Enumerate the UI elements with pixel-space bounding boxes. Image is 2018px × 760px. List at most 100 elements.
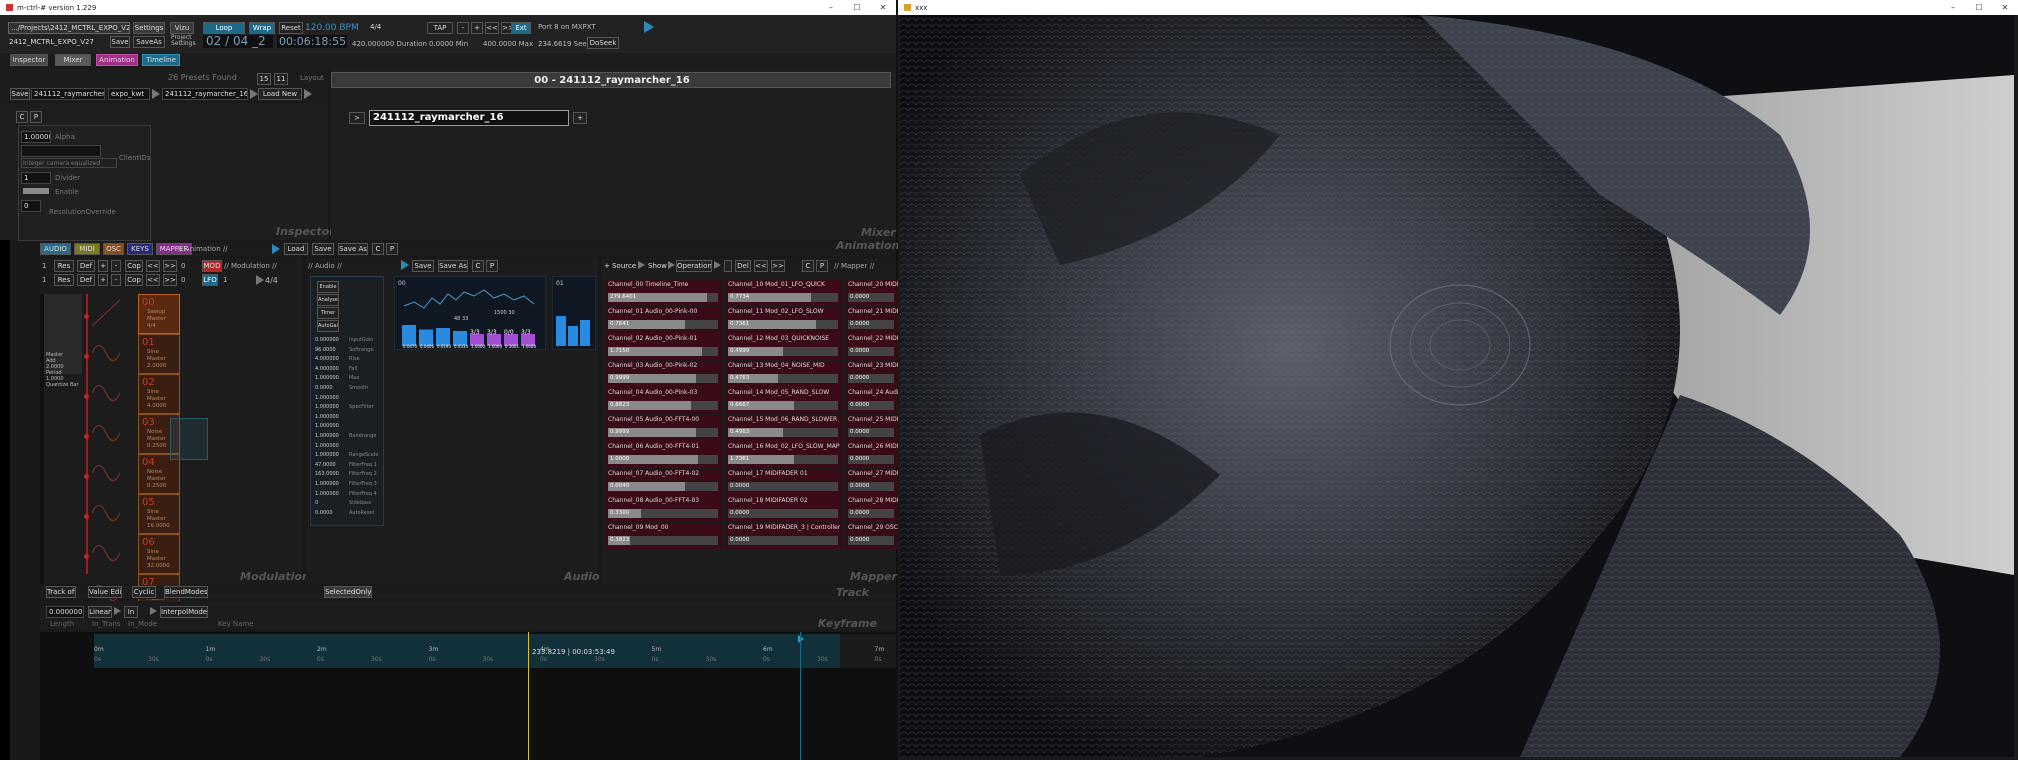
audio-param-value[interactable]: 0 <box>315 500 318 506</box>
keyframe-value-field[interactable]: 0.000000 <box>46 606 84 618</box>
animation-c-button[interactable]: C <box>372 243 384 255</box>
linear-button[interactable]: Linear <box>88 606 112 618</box>
mapper-show[interactable]: Show <box>648 262 667 270</box>
load-new-button[interactable]: Load New <box>258 88 302 100</box>
tab-timeline[interactable]: Timeline <box>142 54 180 66</box>
mod-def-button[interactable]: Def <box>77 260 95 272</box>
bpm-display[interactable]: 120.00 BPM <box>305 23 359 33</box>
mapper-channel[interactable]: Channel_04 Audio_00-Pink-03 0.8823 <box>606 388 722 414</box>
mapper-channel[interactable]: Channel_12 Mod_03_QUICKNOISE 0.4999 <box>726 334 842 360</box>
enable-toggle[interactable] <box>23 188 49 194</box>
audio-param-value[interactable]: 1.000000 <box>315 452 339 458</box>
mapper-channel[interactable]: Channel_27 MIDI 0.0000 <box>846 469 899 495</box>
render-maximize-button[interactable]: ☐ <box>1966 0 1992 15</box>
preset-name-field[interactable]: 241112_raymarcher_16 <box>31 88 105 100</box>
vizu-button[interactable]: Vizu <box>170 22 194 34</box>
blendmodes-button[interactable]: BlendModes <box>164 586 208 598</box>
mapper-channel[interactable]: Channel_24 Audio 0.0000 <box>846 388 902 414</box>
animation-chip-keys[interactable]: KEYS <box>127 243 153 255</box>
tab-mixer[interactable]: Mixer <box>55 54 91 66</box>
mod-node-port[interactable] <box>84 314 89 319</box>
mapper-channel[interactable]: Channel_03 Audio_00-Pink-02 0.9999 <box>606 361 722 387</box>
audio-param-value[interactable]: 1.000000 <box>315 375 339 381</box>
mapper-channel[interactable]: Channel_22 MIDI 0.0000 <box>846 334 899 360</box>
divider-field[interactable]: 1 <box>21 172 51 184</box>
cyclic-button[interactable]: Cyclic <box>132 586 156 598</box>
mapper-show-icon[interactable] <box>668 261 675 269</box>
mapper-channel[interactable]: Channel_05 Audio_00-FFT4-00 0.9999 <box>606 415 722 441</box>
linear-icon[interactable] <box>114 607 121 615</box>
animation-p-button[interactable]: P <box>386 243 398 255</box>
mod2-plus-button[interactable]: + <box>98 274 108 286</box>
mapper-channel[interactable]: Channel_19 MIDIFADER_3 | Controller Ch 0.… <box>726 523 842 549</box>
animation-save-button[interactable]: Save <box>312 243 334 255</box>
ext-button[interactable]: Ext <box>511 22 531 34</box>
audio-p-button[interactable]: P <box>486 260 498 272</box>
mapper-channel[interactable]: Channel_06 Audio_00-FFT4-01 1.0000 <box>606 442 722 468</box>
mod-mode-button[interactable]: MOD <box>202 260 222 272</box>
mapper-channel[interactable]: Channel_13 Mod_04_NOISE_MID 0.4763 <box>726 361 842 387</box>
mapper-next-button[interactable]: >> <box>771 260 785 272</box>
page-b-field[interactable]: 11 <box>274 73 288 85</box>
audio-save-button[interactable]: Save <box>412 260 434 272</box>
mapper-channel[interactable]: Channel_15 Mod_06_RAND_SLOWER 0.4963 <box>726 415 842 441</box>
audio-param-value[interactable]: 0.0000 <box>315 385 333 391</box>
mod-node[interactable]: 01 Sine Master 2.0000 <box>138 334 180 374</box>
track-off-button[interactable]: Track off <box>46 586 76 598</box>
animation-play-icon[interactable] <box>272 244 280 254</box>
mixer-name-field[interactable]: 241112_raymarcher_16 <box>369 110 569 126</box>
alpha-field[interactable]: 1.000000 <box>21 131 51 143</box>
mod-node[interactable]: 04 Noise Master 0.2500 <box>138 454 180 494</box>
mapper-del-button[interactable]: Del <box>735 260 751 272</box>
mapper-channel[interactable]: Channel_09 Mod_00 0.3823 <box>606 523 722 549</box>
audio-param-value[interactable]: 96.0000 <box>315 347 336 353</box>
in-icon[interactable] <box>150 607 157 615</box>
mapper-channel[interactable]: Channel_29 OSC 0.0000 <box>846 523 898 549</box>
timeline-playhead[interactable] <box>528 632 529 760</box>
mod2-prev-button[interactable]: << <box>146 274 160 286</box>
mod2-cop-button[interactable]: Cop <box>125 274 143 286</box>
mapper-source-icon[interactable] <box>638 261 645 269</box>
audio-param-value[interactable]: 1.000000 <box>315 481 339 487</box>
loop-button[interactable]: Loop <box>203 22 245 34</box>
close-button[interactable]: ✕ <box>870 0 896 15</box>
audio-autogain-button[interactable]: AutoGain <box>317 320 339 332</box>
mod-res-button[interactable]: Res <box>54 260 74 272</box>
timeline-marker-icon[interactable] <box>798 635 804 643</box>
play-preset2-icon[interactable] <box>250 89 258 99</box>
audio-param-value[interactable]: 163.0000 <box>315 471 339 477</box>
mixer-left-button[interactable]: > <box>349 112 365 124</box>
mapper-source[interactable]: + Source <box>604 262 636 270</box>
selected-only-button[interactable]: SelectedOnly <box>324 586 372 598</box>
mod-node[interactable]: 05 Sine Master 16.0000 <box>138 494 180 534</box>
preset-save-button[interactable]: Save <box>10 88 30 100</box>
audio-param-value[interactable]: 1.000000 <box>315 423 339 429</box>
mod-node-port[interactable] <box>84 354 89 359</box>
clock-plus-button[interactable]: + <box>471 22 483 34</box>
animation-chip-osc[interactable]: OSC <box>103 243 124 255</box>
mod-node-float[interactable] <box>170 418 208 460</box>
mapper-channel[interactable]: Channel_18 MIDIFADER 02 0.0000 <box>726 496 842 522</box>
mapper-operations-button[interactable]: Operations <box>676 260 712 272</box>
mapper-channel[interactable]: Channel_17 MIDIFADER 01 0.0000 <box>726 469 842 495</box>
mod-node-port[interactable] <box>84 394 89 399</box>
mapper-channel[interactable]: Channel_10 Mod_01_LFO_QUICK 0.7734 <box>726 280 842 306</box>
animation-saveas-button[interactable]: Save As <box>338 243 368 255</box>
clock-minus-button[interactable]: - <box>457 22 469 34</box>
minimize-button[interactable]: – <box>818 0 844 15</box>
expo-field[interactable]: expo_kwt <box>108 88 150 100</box>
mapper-channel[interactable]: Channel_14 Mod_05_RAND_SLOW 0.6667 <box>726 388 842 414</box>
mod-node-port[interactable] <box>84 514 89 519</box>
save-project-button[interactable]: Save <box>110 36 130 48</box>
mod2-minus-button[interactable]: - <box>111 274 121 286</box>
mapper-c-button[interactable]: C <box>802 260 814 272</box>
tab-animation[interactable]: Animation <box>96 54 138 66</box>
mapper-channel[interactable]: Channel_07 Audio_00-FFT4-02 0.0040 <box>606 469 722 495</box>
animation-load-button[interactable]: Load <box>284 243 308 255</box>
mapper-channel[interactable]: Channel_16 Mod_02_LFO_SLOW_MAPPED 1.7361 <box>726 442 842 468</box>
audio-c-button[interactable]: C <box>472 260 484 272</box>
audio-param-value[interactable]: 1.000000 <box>315 395 339 401</box>
reset-button[interactable]: Reset <box>279 22 303 34</box>
audio-param-value[interactable]: 1.000000 <box>315 414 339 420</box>
mapper-channel[interactable]: Channel_02 Audio_00-Pink-01 1.7150 <box>606 334 722 360</box>
